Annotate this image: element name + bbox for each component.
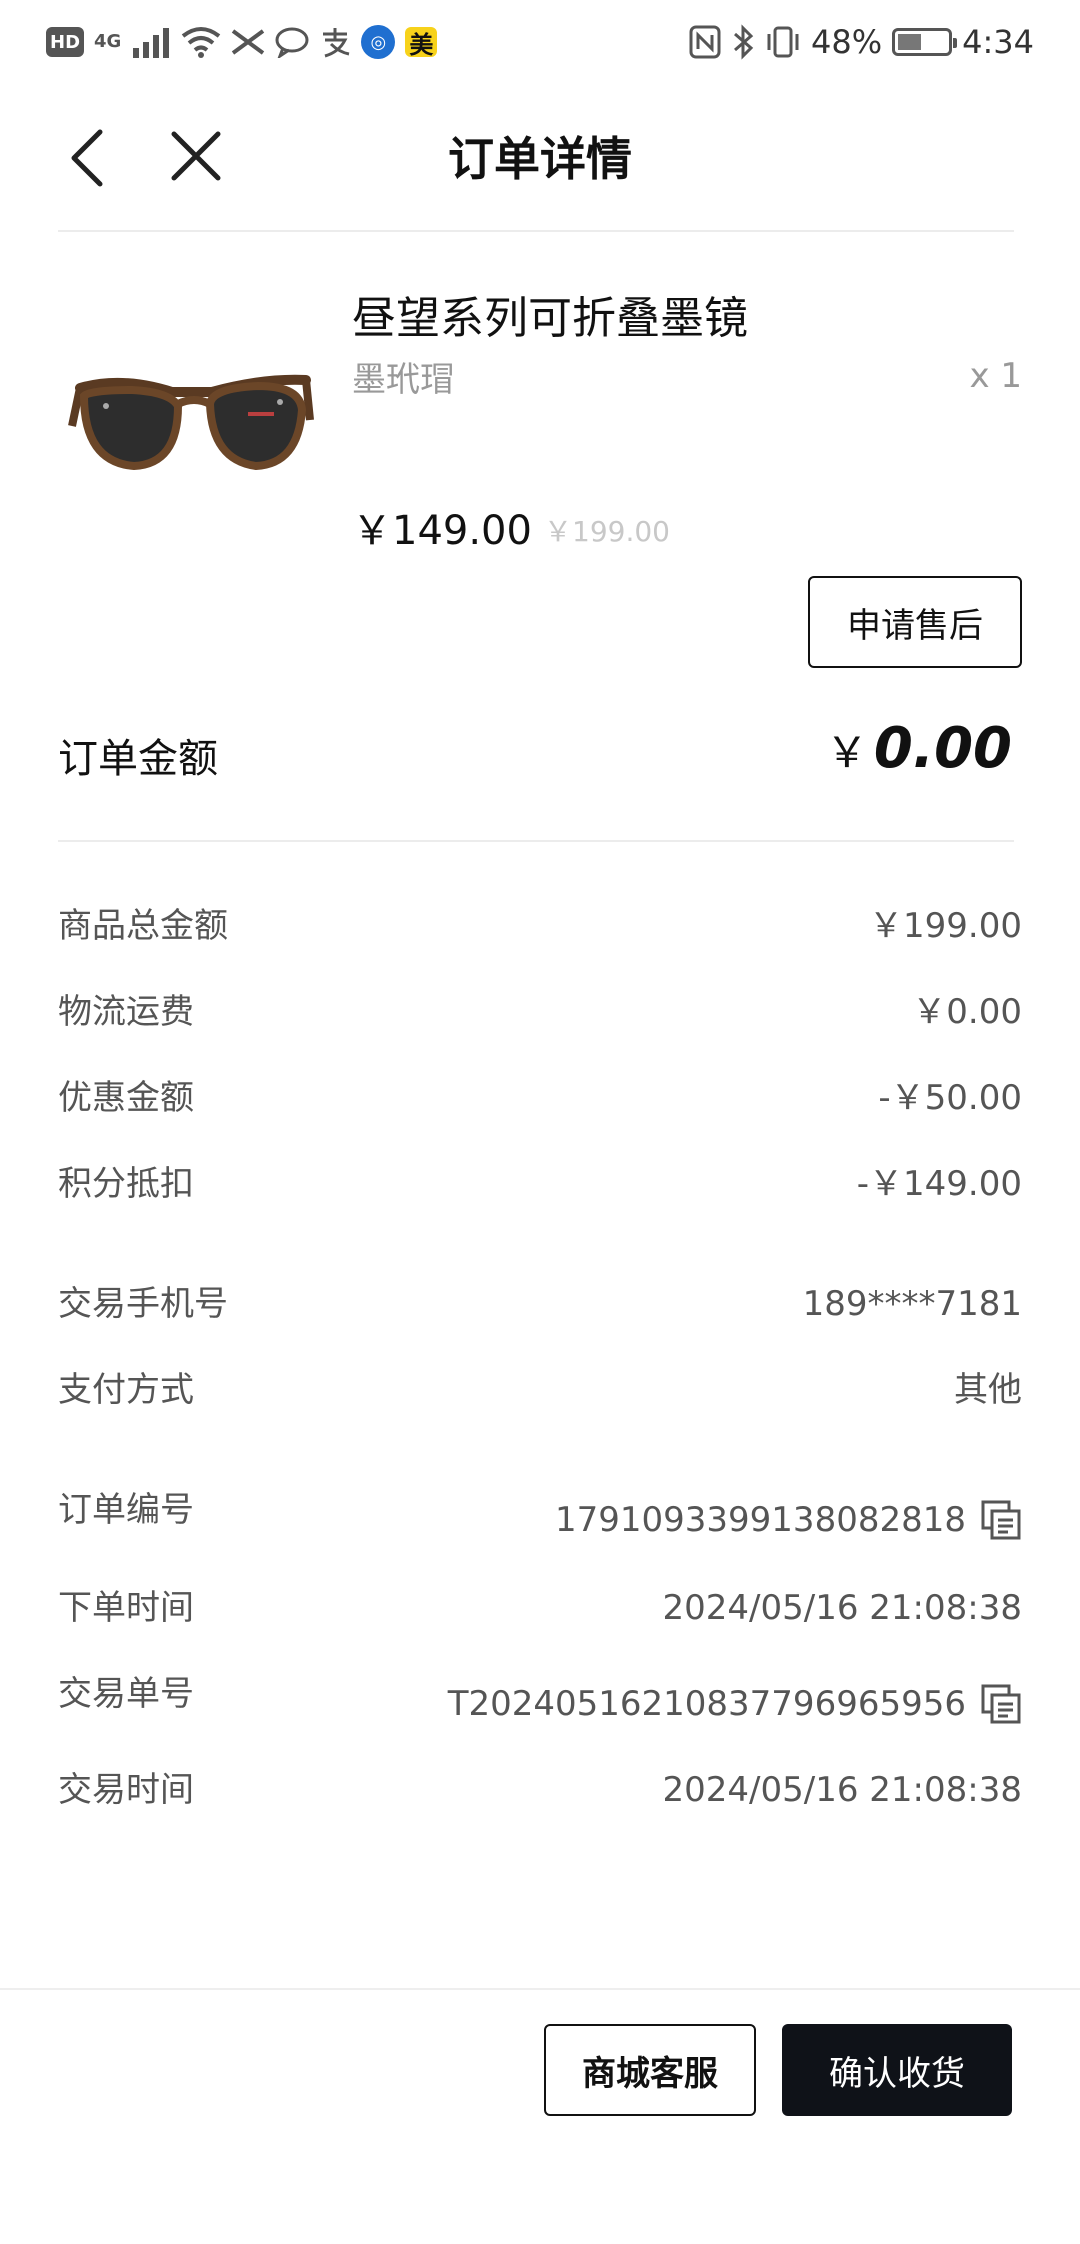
after-sale-button[interactable]: 申请售后 bbox=[808, 576, 1022, 668]
order-amount-value: ￥ 0.00 bbox=[826, 716, 1012, 781]
customer-service-button[interactable]: 商城客服 bbox=[544, 2024, 756, 2116]
product-quantity: x 1 bbox=[969, 356, 1022, 396]
bluetooth-icon bbox=[734, 24, 754, 60]
chat-icon bbox=[275, 27, 309, 58]
wifi-icon bbox=[182, 27, 221, 58]
goods-total-value: ￥199.00 bbox=[869, 906, 1022, 946]
points-value: -￥149.00 bbox=[856, 1164, 1022, 1204]
payment-value: 其他 bbox=[954, 1370, 1022, 1410]
goods-total-label: 商品总金额 bbox=[58, 906, 228, 946]
battery-icon bbox=[892, 28, 958, 56]
header: 订单详情 bbox=[0, 86, 1080, 230]
trade-number-value: T20240516210837796965956 bbox=[447, 1684, 966, 1724]
product-price: ￥149.00 bbox=[352, 508, 532, 554]
status-right-icons: 48% 4:34 bbox=[689, 22, 1034, 62]
trade-number-row: 交易单号 T20240516210837796965956 bbox=[58, 1664, 1022, 1724]
trade-number-value-group: T20240516210837796965956 bbox=[448, 1674, 1022, 1734]
battery-percent: 48% bbox=[811, 23, 883, 61]
order-number-value-group: 1791093399138082818 bbox=[555, 1490, 1022, 1550]
order-number-value: 1791093399138082818 bbox=[554, 1500, 966, 1540]
discount-label: 优惠金额 bbox=[58, 1078, 194, 1118]
header-divider bbox=[58, 230, 1014, 232]
status-time: 4:34 bbox=[962, 23, 1034, 61]
goods-total-row: 商品总金额 ￥199.00 bbox=[58, 896, 1022, 956]
confirm-receipt-button[interactable]: 确认收货 bbox=[782, 2024, 1012, 2116]
amount-number: 0.00 bbox=[873, 716, 1012, 781]
trade-time-row: 交易时间 2024/05/16 21:08:38 bbox=[58, 1760, 1022, 1820]
hd-icon: HD bbox=[46, 27, 85, 57]
alipay-icon bbox=[323, 28, 350, 58]
product-spec: 墨玳瑁 bbox=[352, 360, 454, 400]
status-bar: HD 4G ◎ 美 48% 4:34 bbox=[0, 0, 1080, 86]
amount-currency: ￥ bbox=[825, 728, 868, 777]
signal-icon bbox=[133, 28, 170, 58]
trade-time-label: 交易时间 bbox=[58, 1770, 194, 1810]
phone-label: 交易手机号 bbox=[58, 1284, 228, 1324]
nfc-icon bbox=[689, 25, 721, 59]
amount-divider bbox=[58, 840, 1014, 842]
meituan-icon: 美 bbox=[405, 27, 438, 59]
discount-value: -￥50.00 bbox=[878, 1078, 1022, 1118]
order-time-row: 下单时间 2024/05/16 21:08:38 bbox=[58, 1578, 1022, 1638]
product-original-price: ￥199.00 bbox=[544, 515, 670, 548]
network-4g-icon: 4G bbox=[94, 31, 122, 52]
vpn-icon bbox=[232, 29, 265, 55]
copy-icon[interactable] bbox=[980, 1683, 1022, 1725]
page-title: 订单详情 bbox=[448, 132, 632, 186]
order-amount-label: 订单金额 bbox=[58, 736, 218, 782]
discount-row: 优惠金额 -￥50.00 bbox=[58, 1068, 1022, 1128]
points-row: 积分抵扣 -￥149.00 bbox=[58, 1154, 1022, 1214]
bank-icon: ◎ bbox=[361, 25, 396, 59]
payment-label: 支付方式 bbox=[58, 1370, 194, 1410]
copy-icon[interactable] bbox=[980, 1499, 1022, 1541]
order-number-row: 订单编号 1791093399138082818 bbox=[58, 1480, 1022, 1540]
trade-number-label: 交易单号 bbox=[58, 1674, 194, 1714]
shipping-label: 物流运费 bbox=[58, 992, 194, 1032]
phone-row: 交易手机号 189****7181 bbox=[58, 1274, 1022, 1334]
phone-value: 189****7181 bbox=[802, 1284, 1022, 1324]
shipping-value: ￥0.00 bbox=[912, 992, 1022, 1032]
trade-time-value: 2024/05/16 21:08:38 bbox=[662, 1770, 1022, 1810]
shipping-row: 物流运费 ￥0.00 bbox=[58, 982, 1022, 1042]
status-left-icons: HD 4G ◎ 美 bbox=[46, 22, 438, 62]
points-label: 积分抵扣 bbox=[58, 1164, 194, 1204]
vibrate-icon bbox=[767, 26, 799, 58]
order-time-label: 下单时间 bbox=[58, 1588, 194, 1628]
order-time-value: 2024/05/16 21:08:38 bbox=[662, 1588, 1022, 1628]
product-image[interactable] bbox=[62, 320, 322, 520]
order-number-label: 订单编号 bbox=[58, 1490, 194, 1530]
bottom-bar-divider bbox=[0, 1988, 1080, 1990]
sunglasses-icon bbox=[68, 374, 314, 471]
payment-row: 支付方式 其他 bbox=[58, 1360, 1022, 1420]
product-name: 昼望系列可折叠墨镜 bbox=[352, 293, 748, 344]
